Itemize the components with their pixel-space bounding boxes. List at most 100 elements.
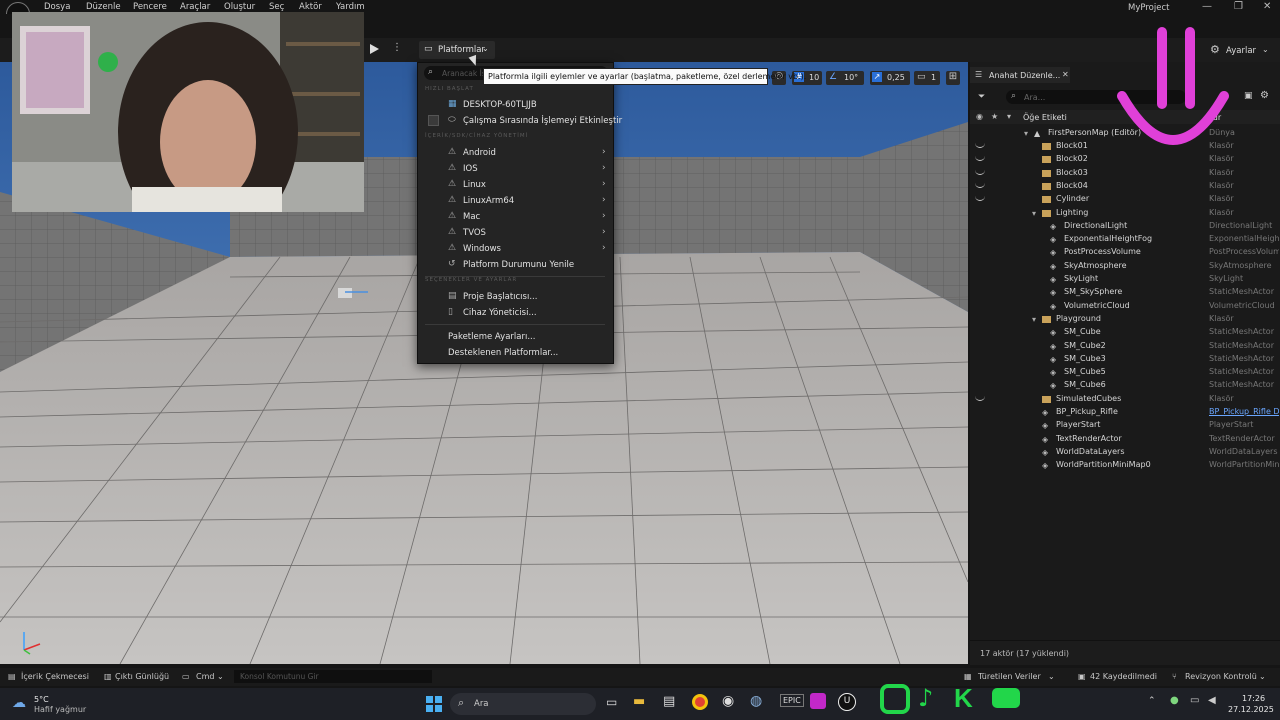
derived-data-button[interactable]: Türetilen Veriler — [978, 672, 1041, 681]
outliner-row[interactable]: ◈ SM_Cube2 StaticMeshActor — [970, 340, 1280, 353]
menu-item-platform[interactable]: Mac — [463, 212, 480, 222]
outliner-row[interactable]: ◈ SM_Cube6 StaticMeshActor — [970, 379, 1280, 392]
outliner-row[interactable]: ◈ SM_SkySphere StaticMeshActor — [970, 286, 1280, 299]
close-tab-icon[interactable]: ✕ — [1062, 70, 1069, 79]
visibility-eye-icon[interactable] — [975, 395, 985, 401]
mic-icon[interactable]: ● — [1170, 695, 1179, 706]
tray-chevron-icon[interactable]: ⌃ — [1148, 696, 1156, 706]
menu-item-platform[interactable]: Linux — [463, 180, 486, 190]
maximize-icon[interactable]: ❐ — [1234, 1, 1243, 12]
outliner-row[interactable]: ▾ Playground Klasör — [970, 313, 1280, 326]
outliner-row[interactable]: Block03 Klasör — [970, 167, 1280, 180]
platforms-button[interactable]: ▭ Platformlar ⌄ — [419, 41, 495, 59]
menu-item-platform[interactable]: Android — [463, 148, 496, 158]
visibility-eye-icon[interactable] — [975, 195, 985, 202]
outliner-row[interactable]: ◈ SM_Cube5 StaticMeshActor — [970, 366, 1280, 379]
menu-item-platform[interactable]: IOS — [463, 164, 478, 174]
outliner-row[interactable]: ◈ WorldDataLayers WorldDataLayers — [970, 446, 1280, 459]
outliner-row[interactable]: ◈ SM_Cube StaticMeshActor — [970, 326, 1280, 339]
close-window-icon[interactable]: ✕ — [1263, 1, 1271, 12]
menu-item-refresh-platform[interactable]: Platform Durumunu Yenile — [463, 260, 574, 270]
windows-start-icon[interactable] — [426, 696, 442, 712]
outliner-tab[interactable]: ☰ Anahat Düzenle... ✕ — [970, 67, 1070, 83]
revision-control-button[interactable]: Revizyon Kontrolü — [1185, 672, 1257, 681]
outliner-row[interactable]: Block04 Klasör — [970, 180, 1280, 193]
outliner-row[interactable]: SimulatedCubes Klasör — [970, 393, 1280, 406]
network-icon[interactable]: ▭ — [1190, 695, 1199, 706]
filter-icon[interactable]: ⏷ — [978, 92, 985, 102]
steam-icon[interactable]: ◍ — [750, 693, 762, 709]
menu-file[interactable]: Dosya — [44, 2, 70, 12]
menu-item-platform[interactable]: Windows — [463, 244, 501, 254]
menu-item-platform[interactable]: LinuxArm64 — [463, 196, 514, 206]
outliner-row[interactable]: Cylinder Klasör — [970, 193, 1280, 206]
layout-icon[interactable]: ⊞ — [946, 71, 960, 85]
outliner-row[interactable]: ◈ ExponentialHeightFog ExponentialHeightFo… — [970, 233, 1280, 246]
outliner-row[interactable]: ◈ PostProcessVolume PostProcessVolume — [970, 246, 1280, 259]
visibility-eye-icon[interactable] — [975, 169, 985, 175]
unsaved-button[interactable]: 42 Kaydedilmedi — [1090, 672, 1157, 681]
volume-icon[interactable]: ◀ — [1208, 695, 1216, 706]
unreal-taskbar-icon[interactable]: U — [838, 693, 856, 711]
github-icon[interactable]: ◉ — [722, 693, 734, 709]
epic-games-icon[interactable]: EPIC — [780, 694, 804, 707]
actor-icon: ◈ — [1042, 421, 1049, 431]
runtime-checkbox[interactable] — [428, 115, 439, 126]
file-explorer-icon[interactable]: ▬ — [633, 694, 645, 709]
clock-date[interactable]: 27.12.2025 — [1228, 705, 1274, 714]
chrome-icon[interactable] — [692, 694, 708, 710]
visibility-eye-icon[interactable] — [975, 155, 985, 162]
outliner-row[interactable]: ◈ TextRenderActor TextRenderActor — [970, 433, 1280, 446]
camera-speed-button[interactable]: ▭ 1 — [914, 71, 940, 85]
outliner-row[interactable]: ◈ PlayerStart PlayerStart — [970, 419, 1280, 432]
item-label-header[interactable]: Öğe Etiketi — [1023, 113, 1067, 122]
weather-text[interactable]: Hafif yağmur — [34, 705, 86, 714]
menu-select[interactable]: Seç — [269, 2, 284, 12]
outliner-row[interactable]: ◈ SkyLight SkyLight — [970, 273, 1280, 286]
menu-item-platform[interactable]: TVOS — [463, 228, 486, 238]
content-drawer-button[interactable]: İçerik Çekmecesi — [21, 672, 89, 681]
scale-snap-button[interactable]: ↗ 0,25 — [870, 71, 910, 85]
outliner-row[interactable]: ◈ BP_Pickup_Rifle BP_Pickup_Rifle D — [970, 406, 1280, 419]
visibility-eye-icon[interactable] — [975, 142, 985, 148]
minimize-icon[interactable]: — — [1202, 1, 1212, 12]
outliner-row[interactable]: ◈ SM_Cube3 StaticMeshActor — [970, 353, 1280, 366]
visibility-eye-icon[interactable] — [975, 182, 985, 188]
output-log-button[interactable]: Çıktı Günlüğü — [115, 672, 169, 681]
menu-item-desktop-device[interactable]: DESKTOP-60TLJJB — [463, 100, 537, 110]
more-options-icon[interactable]: ⋮ — [392, 42, 402, 53]
menu-window[interactable]: Pencere — [133, 2, 167, 12]
menu-item-device-manager[interactable]: Cihaz Yöneticisi... — [463, 308, 537, 318]
clock-time[interactable]: 17:26 — [1242, 694, 1265, 703]
store-icon[interactable]: ▤ — [663, 694, 675, 709]
menu-item-supported-platforms[interactable]: Desteklenen Platformlar... — [448, 348, 558, 358]
rotation-snap-button[interactable]: ∠ 10° — [826, 71, 864, 85]
actor-icon: ◈ — [1042, 461, 1049, 471]
console-input[interactable]: Konsol Komutunu Gir — [234, 670, 432, 683]
app-pink-icon[interactable] — [810, 693, 826, 709]
expand-arrow-icon[interactable]: ▾ — [1032, 209, 1041, 218]
expand-arrow-icon[interactable]: ▾ — [1032, 315, 1041, 324]
task-view-icon[interactable]: ▭ — [606, 695, 617, 709]
outliner-row[interactable]: ◈ WorldPartitionMiniMap0 WorldPartitionMin — [970, 459, 1280, 472]
outliner-settings-icon[interactable]: ⚙ — [1260, 90, 1269, 101]
menu-create[interactable]: Oluştur — [224, 2, 255, 12]
outliner-row[interactable]: ▾ Lighting Klasör — [970, 207, 1280, 220]
menu-help[interactable]: Yardım — [336, 2, 365, 12]
menu-item-project-launcher[interactable]: Proje Başlatıcısı... — [463, 292, 537, 302]
menu-edit[interactable]: Düzenle — [86, 2, 121, 12]
play-icon[interactable] — [370, 44, 379, 54]
temperature[interactable]: 5°C — [34, 695, 49, 704]
outliner-row[interactable]: ◈ VolumetricCloud VolumetricCloud — [970, 300, 1280, 313]
outliner-item-type[interactable]: BP_Pickup_Rifle D — [1209, 407, 1279, 416]
menu-tools[interactable]: Araçlar — [180, 2, 210, 12]
outliner-row[interactable]: ◈ DirectionalLight DirectionalLight — [970, 220, 1280, 233]
add-folder-icon[interactable]: ▣ — [1244, 91, 1253, 101]
cmd-dropdown[interactable]: Cmd — [196, 672, 214, 681]
youtube-icon — [992, 688, 1020, 708]
outliner-row[interactable]: ◈ SkyAtmosphere SkyAtmosphere — [970, 260, 1280, 273]
taskbar-search[interactable]: ⌕ Ara — [450, 693, 596, 715]
menu-actor[interactable]: Aktör — [299, 2, 322, 12]
menu-item-packaging-settings[interactable]: Paketleme Ayarları... — [448, 332, 535, 342]
menu-item-enable-runtime[interactable]: Çalışma Sırasında İşlemeyi Etkinleştir — [463, 116, 622, 126]
